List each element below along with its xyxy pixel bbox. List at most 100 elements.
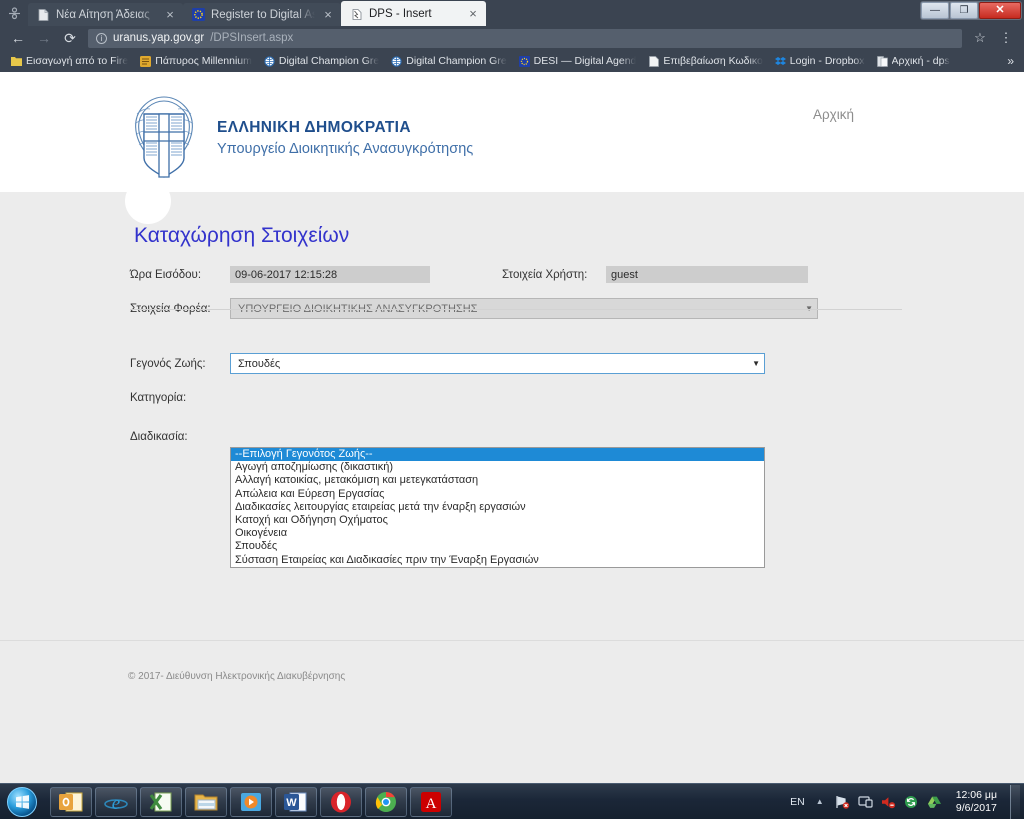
language-indicator[interactable]: EN — [790, 796, 805, 808]
dropdown-option[interactable]: Αγωγή αποζημίωσης (δικαστική) — [231, 461, 764, 474]
maximize-button[interactable]: ❐ — [950, 2, 978, 19]
home-link[interactable]: Αρχική — [813, 107, 854, 122]
google-drive-icon[interactable] — [927, 794, 943, 810]
browser-window: Νέα Αίτηση Άδειας × Register to Digital … — [0, 0, 1024, 783]
data-entry-form: Ώρα Εισόδου: 09-06-2017 12:15:28 Στοιχεί… — [130, 264, 902, 332]
logo-line-1: ΕΛΛΗΝΙΚΗ ΔΗΜΟΚΡΑΤΙΑ — [217, 118, 411, 136]
life-event-dropdown-list[interactable]: --Επιλογή Γεγονότος Ζωής-- Αγωγή αποζημί… — [230, 447, 765, 568]
taskbar-app-excel[interactable] — [140, 786, 182, 817]
bookmark-label: Login - Dropbox — [789, 55, 865, 67]
bookmark-item[interactable]: Login - Dropbox — [770, 53, 870, 69]
tab-close-button[interactable]: × — [466, 7, 480, 20]
papyrus-icon — [140, 55, 152, 67]
dropdown-option[interactable]: Σύσταση Εταιρείας και Διαδικασίες πριν τ… — [231, 554, 764, 567]
tab-1[interactable]: Register to Digital Assem × — [183, 3, 341, 26]
taskbar-app-file-explorer[interactable] — [185, 786, 227, 817]
minimize-button[interactable]: — — [921, 2, 949, 19]
dropdown-option[interactable]: Οικογένεια — [231, 527, 764, 540]
entry-time-label: Ώρα Εισόδου: — [130, 268, 202, 281]
start-button[interactable] — [0, 785, 44, 819]
bookmark-item[interactable]: Πάπυρος Millennium — [135, 53, 257, 69]
entry-time-row: Ώρα Εισόδου: 09-06-2017 12:15:28 Στοιχεί… — [130, 264, 902, 285]
address-bar[interactable]: i uranus.yap.gov.gr /DPSInsert.aspx — [88, 28, 962, 48]
page-viewport: ΕΛΛΗΝΙΚΗ ΔΗΜΟΚΡΑΤΙΑ Υπουργείο Διοικητική… — [0, 72, 1024, 783]
document-icon — [37, 8, 50, 21]
display-icon[interactable] — [858, 794, 874, 810]
tab-2-active[interactable]: DPS - Insert × — [341, 1, 486, 26]
taskbar-app-acrobat[interactable]: A — [410, 786, 452, 817]
taskbar-app-word[interactable]: W — [275, 786, 317, 817]
eu-circle-icon — [518, 55, 530, 67]
greek-coat-of-arms-icon — [125, 92, 203, 183]
tab-close-button[interactable]: × — [163, 8, 177, 21]
bookmark-star-icon[interactable]: ☆ — [968, 27, 992, 49]
dropdown-option[interactable]: Διαδικασίες λειτουργίας εταιρείας μετά τ… — [231, 501, 764, 514]
dropbox-icon — [774, 56, 786, 67]
header-circle-decoration — [125, 178, 171, 224]
bookmarks-overflow-button[interactable]: » — [1007, 54, 1018, 68]
chrome-app-menu-icon[interactable] — [0, 0, 28, 26]
show-hidden-icons-button[interactable]: ▲ — [812, 794, 828, 810]
excel-icon — [148, 790, 174, 814]
dropdown-option[interactable]: Απώλεια και Εύρεση Εργασίας — [231, 488, 764, 501]
bookmark-item[interactable]: Επιβεβαίωση Κωδικο — [643, 53, 767, 69]
site-info-icon[interactable]: i — [96, 32, 107, 44]
clock-time: 12:06 μμ — [955, 788, 997, 801]
reload-button[interactable]: ⟳ — [58, 27, 82, 49]
url-path: /DPSInsert.aspx — [210, 32, 294, 44]
bookmark-item[interactable]: DESI — Digital Agend — [514, 53, 642, 69]
globe-icon — [264, 55, 275, 67]
taskbar-app-chrome[interactable] — [365, 786, 407, 817]
outlook-icon — [58, 790, 84, 814]
url-host: uranus.yap.gov.gr — [113, 32, 205, 44]
sync-icon[interactable] — [904, 794, 920, 810]
taskbar-app-media-player[interactable] — [230, 786, 272, 817]
close-icon: ✕ — [995, 4, 1005, 16]
browser-menu-icon[interactable]: ⋮ — [994, 27, 1018, 49]
svg-text:A: A — [426, 796, 437, 812]
tab-close-button[interactable]: × — [321, 8, 335, 21]
life-event-label: Γεγονός Ζωής: — [130, 357, 206, 370]
form-divider — [130, 309, 902, 310]
dropdown-option[interactable]: --Επιλογή Γεγονότος Ζωής-- — [231, 448, 764, 462]
bookmark-label: Αρχική - dps — [891, 55, 950, 67]
word-icon: W — [283, 790, 309, 814]
dropdown-option[interactable]: Κατοχή και Οδήγηση Οχήματος — [231, 514, 764, 527]
eu-circle-icon — [192, 8, 205, 21]
bookmark-label: Εισαγωγή από το Fire — [26, 55, 129, 67]
dropdown-option[interactable]: Σπουδές — [231, 540, 764, 553]
clock-date: 9/6/2017 — [955, 801, 997, 814]
dropdown-option[interactable]: Αλλαγή κατοικίας, μετακόμιση και μετεγκα… — [231, 474, 764, 487]
volume-muted-icon[interactable] — [881, 794, 897, 810]
taskbar-app-internet-explorer[interactable]: e — [95, 786, 137, 817]
system-tray: EN ▲ 12:06 μμ 9/6/2017 — [790, 784, 1024, 819]
close-window-button[interactable]: ✕ — [979, 2, 1021, 19]
back-button[interactable]: ← — [6, 27, 30, 49]
life-event-select[interactable]: Σπουδές ▼ — [230, 353, 765, 374]
bookmark-item[interactable]: Εισαγωγή από το Fire — [6, 53, 133, 69]
triangle-up-icon: ▲ — [815, 797, 824, 806]
page-title: Καταχώρηση Στοιχείων — [134, 224, 350, 247]
bookmark-label: Digital Champion Gre — [278, 55, 380, 67]
forward-button[interactable]: → — [32, 27, 56, 49]
maximize-icon: ❐ — [959, 4, 969, 16]
show-desktop-button[interactable] — [1010, 784, 1020, 819]
bookmark-label: Digital Champion Gre — [406, 55, 507, 67]
broken-page-icon — [350, 7, 363, 20]
taskbar-app-opera[interactable] — [320, 786, 362, 817]
network-error-icon[interactable] — [835, 794, 851, 810]
logo-text: ΕΛΛΗΝΙΚΗ ΔΗΜΟΚΡΑΤΙΑ Υπουργείο Διοικητική… — [217, 119, 473, 157]
browser-titlebar: Νέα Αίτηση Άδειας × Register to Digital … — [0, 0, 1024, 26]
bookmark-item[interactable]: Digital Champion Gre — [259, 53, 384, 69]
page-icon — [876, 55, 888, 67]
site-logo[interactable]: ΕΛΛΗΝΙΚΗ ΔΗΜΟΚΡΑΤΙΑ Υπουργείο Διοικητική… — [125, 92, 473, 183]
bookmark-item[interactable]: Digital Champion Gre — [386, 53, 511, 69]
window-controls: — ❐ ✕ — [920, 1, 1022, 20]
tab-0[interactable]: Νέα Αίτηση Άδειας × — [28, 3, 183, 26]
tab-title: Νέα Αίτηση Άδειας — [56, 8, 150, 21]
media-player-icon — [238, 790, 264, 814]
taskbar-clock[interactable]: 12:06 μμ 9/6/2017 — [950, 789, 1003, 815]
minimize-icon: — — [930, 4, 940, 16]
taskbar-app-outlook[interactable] — [50, 786, 92, 817]
bookmark-item[interactable]: Αρχική - dps — [872, 53, 955, 69]
